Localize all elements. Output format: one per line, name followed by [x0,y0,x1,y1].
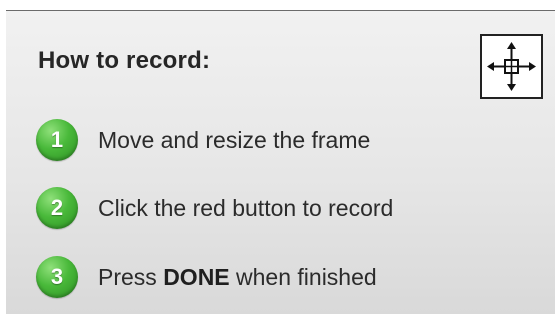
step-text: Move and resize the frame [98,126,371,153]
move-frame-button[interactable] [480,34,543,99]
step-text-after: when finished [229,263,377,290]
step-2: 2 Click the red button to record [36,186,393,230]
step-text: Click the red button to record [98,194,394,221]
step-number-badge: 2 [36,187,78,229]
step-text-before: Press [98,263,164,290]
move-arrows-icon [487,42,536,91]
step-1: 1 Move and resize the frame [36,118,370,162]
done-keyword: DONE [163,263,230,290]
step-text: Press DONE when finished [98,264,377,291]
step-number-badge: 3 [36,256,78,298]
how-to-record-panel: How to record: 1 Move and resize the fra… [6,10,555,314]
step-3: 3 Press DONE when finished [36,255,377,299]
step-number-badge: 1 [36,119,78,161]
panel-title: How to record: [38,47,211,74]
